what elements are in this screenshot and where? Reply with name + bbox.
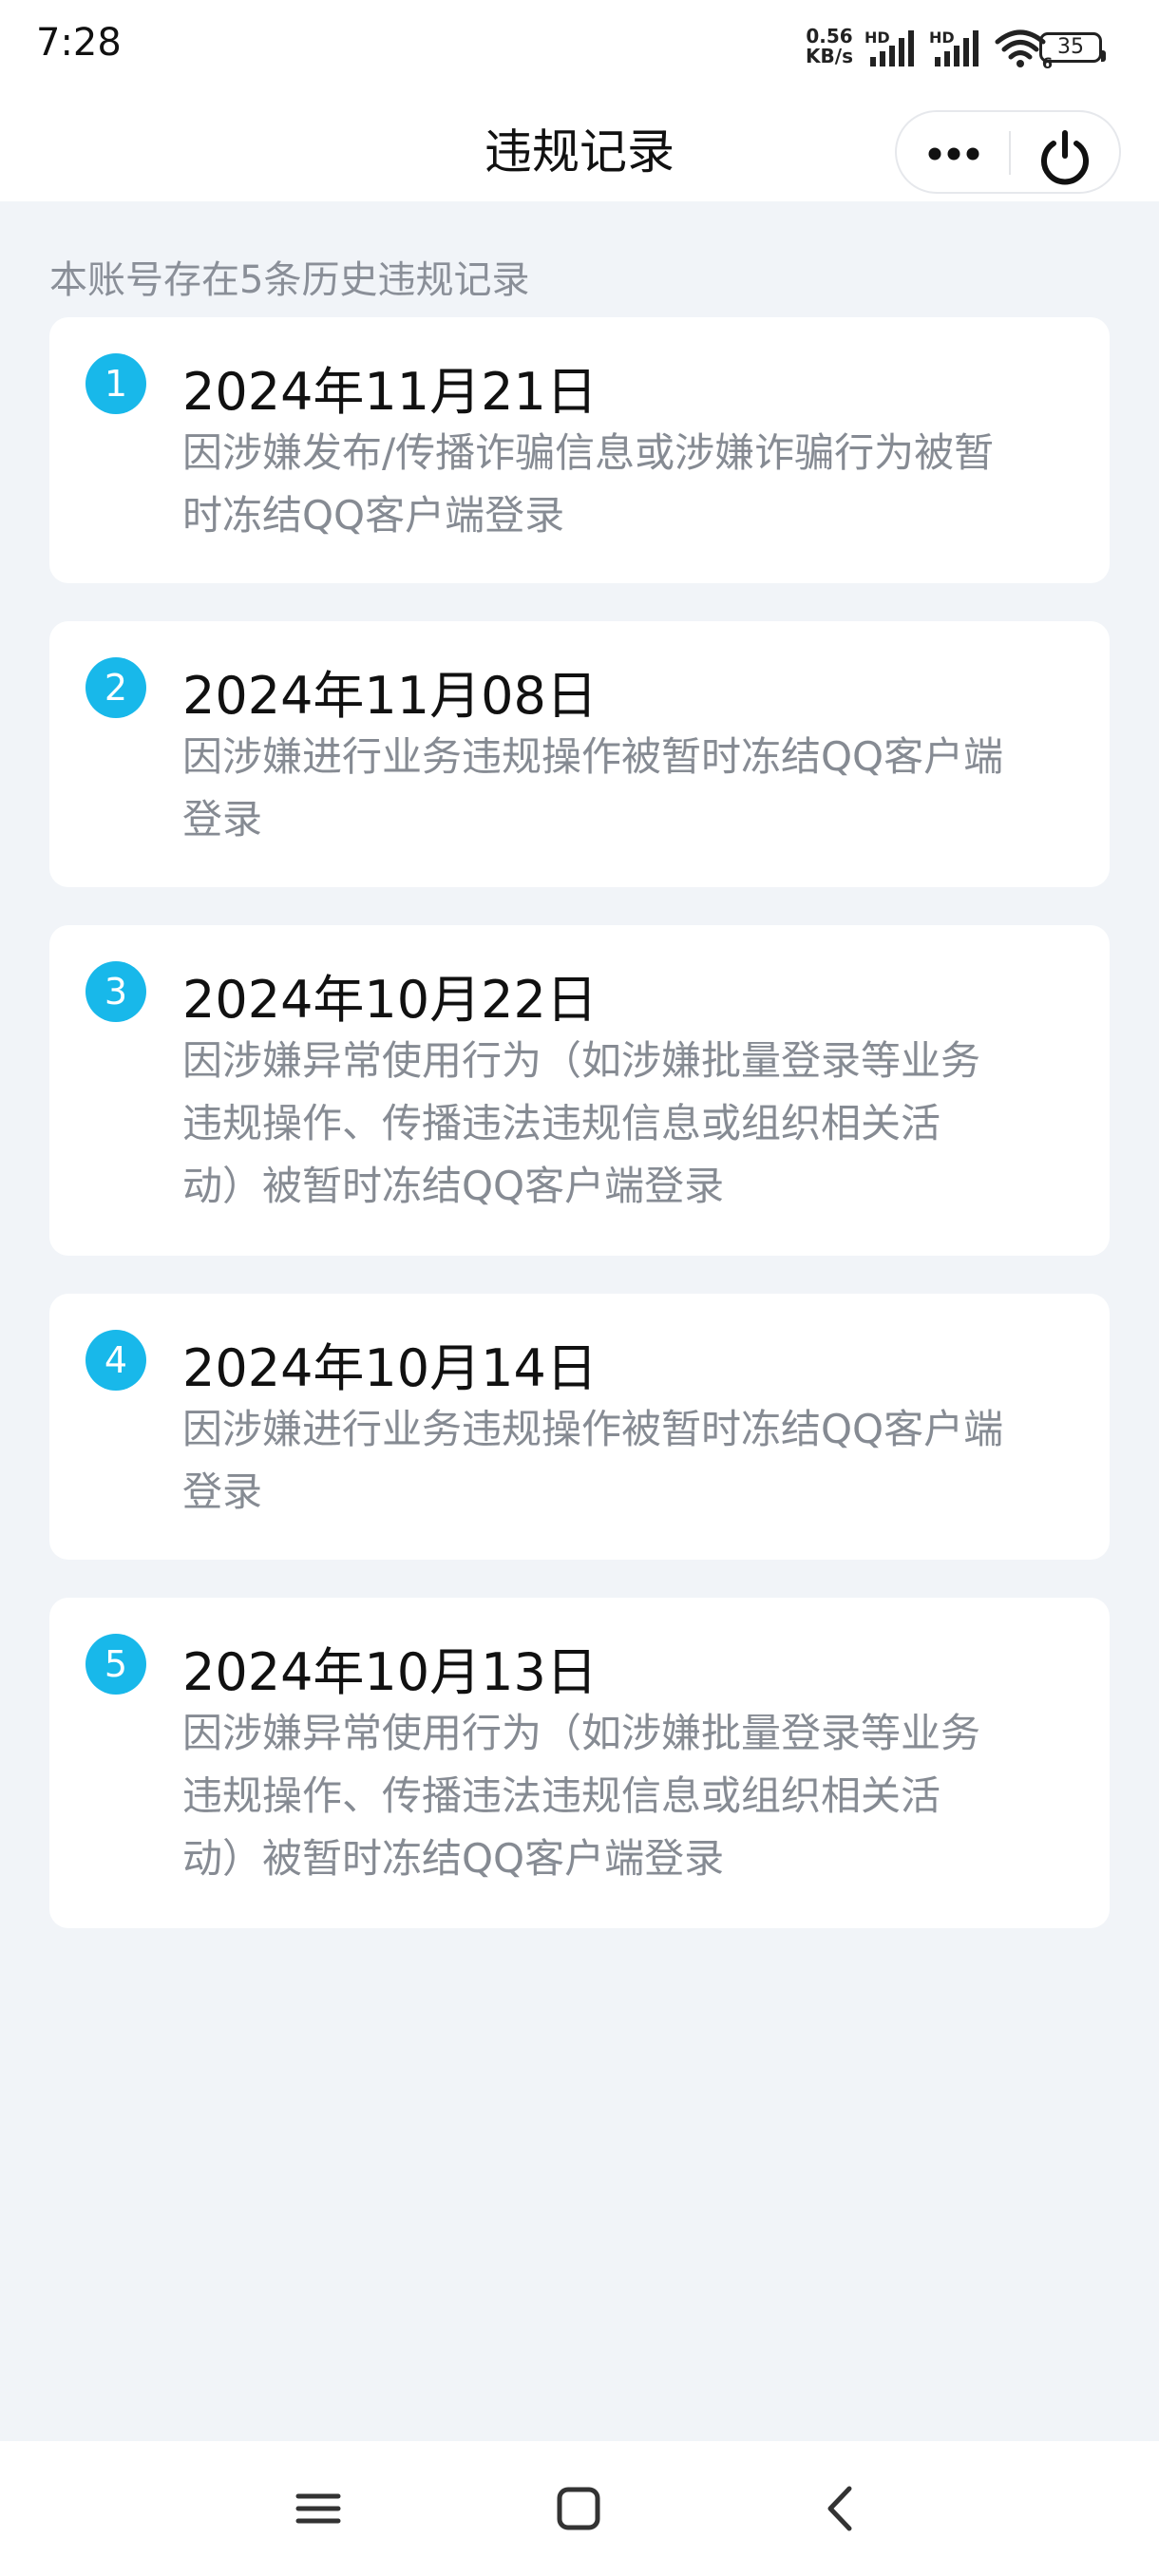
status-time: 7:28 (36, 21, 122, 65)
record-number-badge: 3 (86, 961, 146, 1022)
record-number-badge: 4 (86, 1330, 146, 1391)
menu-icon (295, 2493, 341, 2524)
record-date: 2024年10月14日 (182, 1338, 598, 1398)
record-description-line: 因涉嫌异常使用行为（如涉嫌批量登录等业务 (182, 1037, 981, 1084)
record-description: 因涉嫌进行业务违规操作被暂时冻结QQ客户端 登录 (182, 726, 1123, 851)
power-icon (1041, 130, 1089, 185)
record-date: 2024年11月08日 (182, 666, 598, 726)
record-description-line: 动）被暂时冻结QQ客户端登录 (182, 1835, 725, 1882)
record-number-badge: 1 (86, 353, 146, 414)
record-description: 因涉嫌异常使用行为（如涉嫌批量登录等业务 违规操作、传播违法违规信息或组织相关活… (182, 1030, 1123, 1218)
record-date: 2024年10月13日 (182, 1642, 598, 1702)
violation-summary: 本账号存在5条历史违规记录 (49, 258, 530, 302)
net-speed: 0.56 KB/s (800, 27, 859, 66)
back-button[interactable] (808, 2475, 874, 2542)
more-dots-icon (928, 147, 979, 161)
home-button[interactable] (545, 2475, 612, 2542)
record-description-line: 登录 (182, 1468, 263, 1515)
record-description-line: 因涉嫌发布/传播诈骗信息或涉嫌诈骗行为被暂 (182, 429, 995, 476)
net-speed-value: 0.56 (806, 25, 853, 47)
record-description-line: 因涉嫌异常使用行为（如涉嫌批量登录等业务 (182, 1710, 981, 1756)
record-description: 因涉嫌发布/传播诈骗信息或涉嫌诈骗行为被暂 时冻结QQ客户端登录 (182, 422, 1123, 547)
battery-icon: 35 (1039, 32, 1106, 63)
record-description-line: 时冻结QQ客户端登录 (182, 492, 565, 539)
record-description-line: 违规操作、传播违法违规信息或组织相关活 (182, 1100, 941, 1146)
recent-apps-button[interactable] (285, 2475, 352, 2542)
record-description-line: 登录 (182, 796, 263, 843)
record-card: 5 2024年10月13日 因涉嫌异常使用行为（如涉嫌批量登录等业务 违规操作、… (49, 1598, 1110, 1928)
record-description: 因涉嫌进行业务违规操作被暂时冻结QQ客户端 登录 (182, 1398, 1123, 1524)
record-number-badge: 5 (86, 1634, 146, 1695)
home-icon (557, 2487, 600, 2530)
status-bar: 7:28 0.56 KB/s HD HD 6 35 (0, 0, 1159, 95)
record-card: 3 2024年10月22日 因涉嫌异常使用行为（如涉嫌批量登录等业务 违规操作、… (49, 925, 1110, 1256)
record-card: 4 2024年10月14日 因涉嫌进行业务违规操作被暂时冻结QQ客户端 登录 (49, 1294, 1110, 1560)
page-header: 违规记录 (0, 95, 1159, 201)
record-number-badge: 2 (86, 657, 146, 718)
more-button[interactable] (897, 112, 1009, 192)
battery-tip (1101, 50, 1106, 62)
signal-icon: HD (929, 28, 986, 70)
record-date: 2024年10月22日 (182, 970, 598, 1030)
record-card: 2 2024年11月08日 因涉嫌进行业务违规操作被暂时冻结QQ客户端 登录 (49, 621, 1110, 887)
record-description-line: 因涉嫌进行业务违规操作被暂时冻结QQ客户端 (182, 733, 1004, 780)
record-description: 因涉嫌异常使用行为（如涉嫌批量登录等业务 违规操作、传播违法违规信息或组织相关活… (182, 1702, 1123, 1890)
mini-program-capsule (895, 110, 1121, 194)
close-button[interactable] (1011, 112, 1119, 192)
record-description-line: 违规操作、传播违法违规信息或组织相关活 (182, 1772, 941, 1819)
net-speed-unit: KB/s (806, 45, 853, 67)
record-card: 1 2024年11月21日 因涉嫌发布/传播诈骗信息或涉嫌诈骗行为被暂 时冻结Q… (49, 317, 1110, 583)
system-nav-bar (0, 2441, 1159, 2576)
record-description-line: 动）被暂时冻结QQ客户端登录 (182, 1163, 725, 1209)
battery-level: 35 (1057, 35, 1084, 59)
record-description-line: 因涉嫌进行业务违规操作被暂时冻结QQ客户端 (182, 1406, 1004, 1452)
signal-icon: HD (864, 28, 922, 70)
back-icon (827, 2486, 852, 2531)
record-date: 2024年11月21日 (182, 362, 598, 422)
